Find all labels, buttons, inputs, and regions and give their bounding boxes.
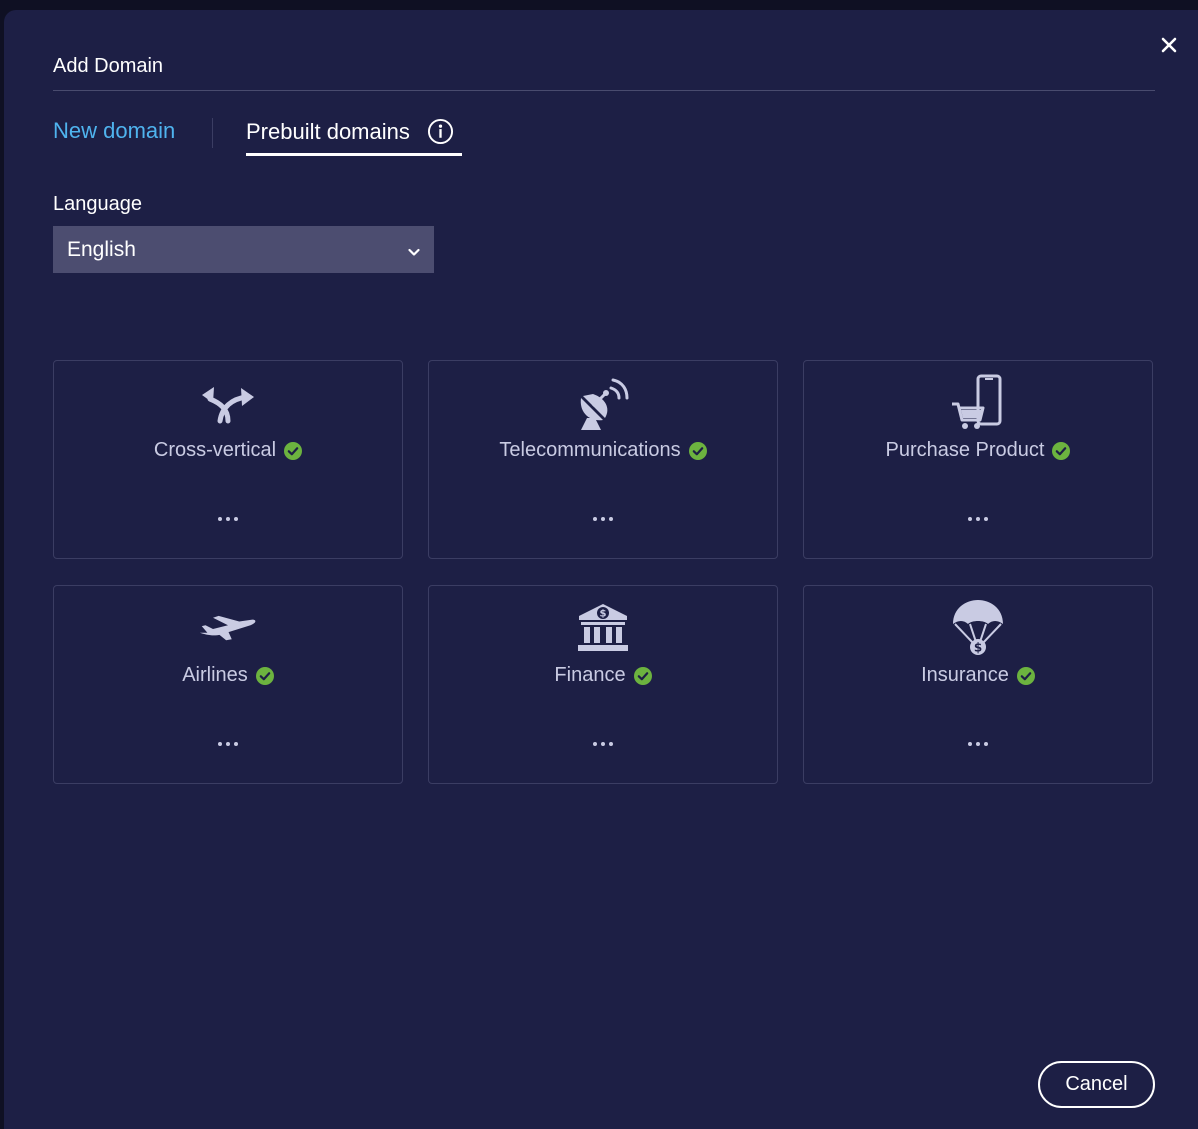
tab-prebuilt-label: Prebuilt domains [246, 118, 410, 144]
more-icon[interactable] [587, 736, 619, 752]
domain-card-cross-vertical[interactable]: Cross-vertical [53, 360, 403, 559]
chevron-down-icon [407, 241, 421, 265]
phone-cart-icon [948, 373, 1008, 433]
more-icon[interactable] [212, 511, 244, 527]
domain-card-purchase-product[interactable]: Purchase Product [803, 360, 1153, 559]
info-icon[interactable] [427, 118, 454, 145]
add-domain-dialog: Add Domain New domain Prebuilt domains L… [4, 10, 1198, 1129]
close-icon [1161, 37, 1177, 53]
airplane-icon [198, 598, 258, 658]
svg-text:$: $ [600, 609, 607, 620]
domain-card-airlines[interactable]: Airlines [53, 585, 403, 784]
close-button[interactable] [1154, 30, 1184, 60]
check-circle-icon [255, 666, 274, 685]
domain-card-telecommunications[interactable]: Telecommunications [428, 360, 778, 559]
tab-divider [212, 118, 213, 148]
domain-card-label: Insurance [921, 664, 1009, 686]
parachute-money-icon: $ [948, 598, 1008, 658]
language-selected-value: English [67, 237, 136, 261]
language-select[interactable]: English [53, 226, 434, 273]
check-circle-icon [633, 666, 652, 685]
check-circle-icon [1052, 441, 1071, 460]
satellite-dish-icon [573, 373, 633, 433]
more-icon[interactable] [587, 511, 619, 527]
more-icon[interactable] [962, 511, 994, 527]
dialog-title: Add Domain [53, 55, 164, 77]
check-circle-icon [284, 441, 303, 460]
svg-text:$: $ [974, 641, 982, 655]
domain-card-insurance[interactable]: $ Insurance [803, 585, 1153, 784]
domain-card-label: Cross-vertical [153, 439, 277, 461]
bank-icon: $ [573, 598, 633, 658]
split-arrows-icon [198, 373, 258, 433]
domain-card-label: Telecommunications [499, 439, 681, 461]
domain-card-label: Finance [554, 664, 626, 686]
domain-card-label: Airlines [182, 664, 248, 686]
language-label: Language [53, 193, 142, 215]
title-divider [53, 90, 1155, 91]
check-circle-icon [1016, 666, 1035, 685]
cancel-button[interactable]: Cancel [1038, 1061, 1155, 1108]
active-tab-indicator [246, 153, 462, 156]
domain-card-finance[interactable]: $ Finance [428, 585, 778, 784]
tab-new-domain[interactable]: New domain [53, 118, 175, 144]
tab-prebuilt-domains[interactable]: Prebuilt domains [246, 118, 454, 145]
domain-card-label: Purchase Product [885, 439, 1045, 461]
more-icon[interactable] [212, 736, 244, 752]
check-circle-icon [688, 441, 707, 460]
more-icon[interactable] [962, 736, 994, 752]
